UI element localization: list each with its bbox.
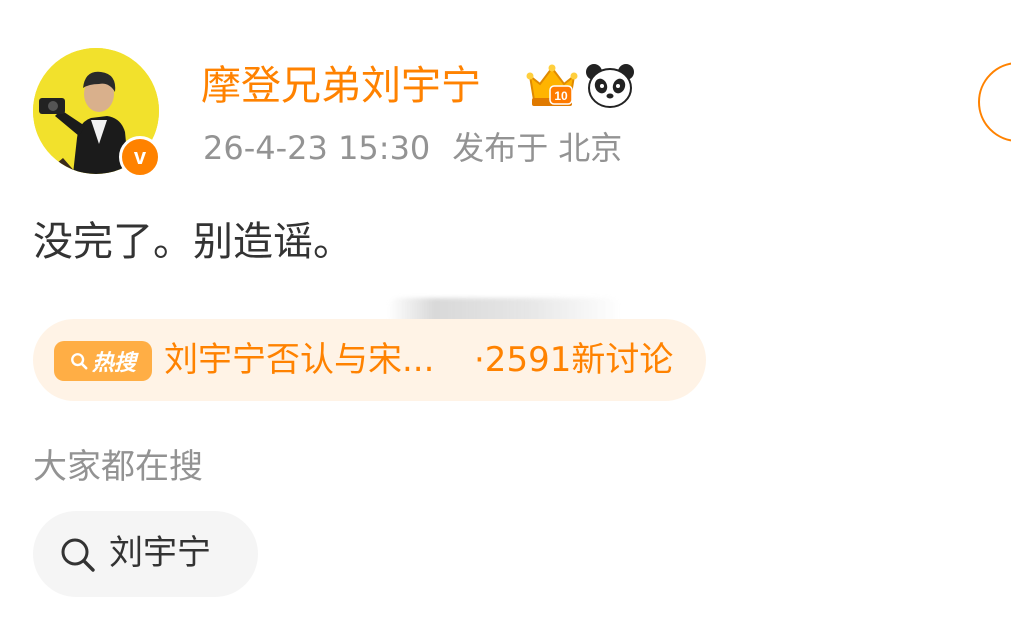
post-location: 北京 xyxy=(558,129,623,167)
panda-icon xyxy=(585,62,635,110)
author-name[interactable]: 摩登兄弟刘宇宁 xyxy=(201,60,481,112)
follow-button[interactable] xyxy=(978,62,1011,142)
related-search-title: 大家都在搜 xyxy=(33,447,203,487)
search-icon xyxy=(61,538,95,572)
hot-search-badge: 热搜 xyxy=(54,341,152,381)
svg-text:10: 10 xyxy=(554,89,568,103)
hot-search-count: ·2591新讨论 xyxy=(474,340,674,380)
post-timestamp: 26-4-23 15:30 xyxy=(203,129,431,167)
search-icon xyxy=(71,353,88,370)
related-search-chip[interactable]: 刘宇宁 xyxy=(33,511,258,597)
verified-badge: v xyxy=(119,136,161,178)
post-text: 没完了。别造谣。 xyxy=(33,219,353,265)
hot-search-topic[interactable]: 刘宇宁否认与宋... xyxy=(164,337,434,383)
verified-badge-label: v xyxy=(133,144,147,169)
location-prefix: 发布于 xyxy=(452,129,549,167)
related-search-label: 刘宇宁 xyxy=(109,533,211,573)
post-meta: 26-4-23 15:30 发布于 北京 xyxy=(203,126,622,170)
vip-crown-icon[interactable]: 10 xyxy=(524,62,580,110)
hot-search-badge-label: 热搜 xyxy=(91,351,136,376)
